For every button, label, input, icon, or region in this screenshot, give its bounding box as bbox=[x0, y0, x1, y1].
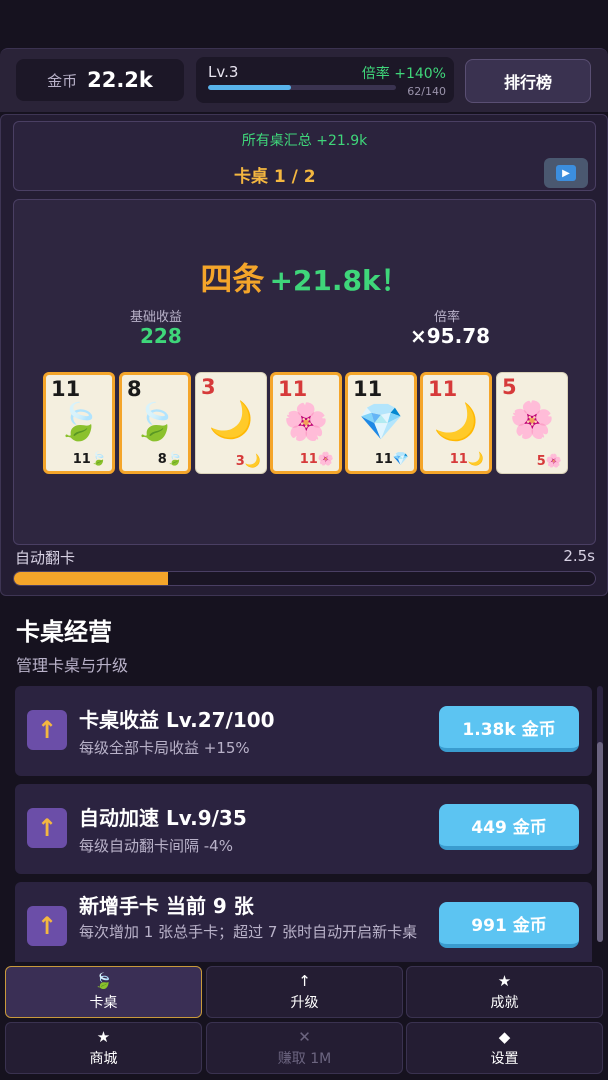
upgrade-list[interactable]: ↑ 卡桌收益 Lv.27/100 每级全部卡局收益 +15% 1.38k 金币 … bbox=[0, 684, 608, 962]
playing-card[interactable]: 11 🍃 11🍃 bbox=[43, 372, 115, 474]
base-income-value: 228 bbox=[140, 324, 182, 348]
leaderboard-button[interactable]: 排行榜 bbox=[465, 59, 591, 103]
play-icon: ▶ bbox=[556, 165, 576, 181]
nav-tab-card-table[interactable]: 🍃 卡桌 bbox=[5, 966, 202, 1018]
level-display: Lv.3 倍率 +140% 62/140 bbox=[196, 57, 454, 103]
bottom-navigation: 🍃 卡桌 ↑ 升级 ★ 成就 ★ 商城 ✕ 赚取 1M ◆ 设置 bbox=[0, 962, 608, 1080]
hand-name: 四条 bbox=[200, 260, 265, 298]
upgrade-description: 每次增加 1 张总手卡；超过 7 张时自动开启新卡桌 bbox=[79, 923, 418, 941]
coin-value: 22.2k bbox=[87, 68, 153, 92]
arrow-up-icon: ↑ bbox=[27, 710, 67, 750]
card-number: 11 bbox=[51, 377, 81, 401]
playing-card[interactable]: 11 💎 11💎 bbox=[345, 372, 417, 474]
leaf-icon: 🍃 bbox=[132, 402, 178, 443]
xp-progress-bar bbox=[208, 85, 396, 90]
upgrade-buy-button[interactable]: 991 金币 bbox=[439, 902, 579, 948]
nav-label: 赚取 1M bbox=[277, 1051, 332, 1067]
nav-label: 设置 bbox=[490, 1051, 519, 1067]
nav-label: 卡桌 bbox=[89, 995, 118, 1011]
section-title: 卡桌经营 bbox=[16, 618, 112, 646]
rate-text: 倍率 +140% bbox=[361, 66, 446, 82]
card-table-panel: 所有桌汇总 +21.9k 卡桌 1 / 2 ▶ 四条 +21.8k！ 基础收益 … bbox=[0, 114, 608, 596]
arrow-up-icon: ↑ bbox=[27, 808, 67, 848]
upgrade-item-auto-speed: ↑ 自动加速 Lv.9/35 每级自动翻卡间隔 -4% 449 金币 bbox=[15, 784, 592, 874]
nav-label: 升级 bbox=[290, 995, 319, 1011]
card-number: 5 bbox=[502, 375, 517, 399]
moon-icon: 🌙 bbox=[433, 402, 479, 443]
nav-tab-earn[interactable]: ✕ 赚取 1M bbox=[206, 1022, 403, 1074]
auto-flip-progress-bar bbox=[13, 571, 596, 586]
card-corner: 3🌙 bbox=[235, 454, 261, 469]
card-corner: 8🍃 bbox=[157, 452, 183, 467]
star-icon: ★ bbox=[96, 1028, 111, 1046]
multiplier-label: 倍率 bbox=[434, 310, 461, 325]
coin-label: 金币 bbox=[47, 71, 78, 90]
upgrade-description: 每级全部卡局收益 +15% bbox=[79, 739, 250, 757]
xp-progress-fill bbox=[208, 85, 292, 90]
card-number: 11 bbox=[278, 377, 308, 401]
upgrade-item-new-hand-card: ↑ 新增手卡 当前 9 张 每次增加 1 张总手卡；超过 7 张时自动开启新卡桌… bbox=[15, 882, 592, 962]
card-corner: 11🌙 bbox=[449, 452, 484, 467]
card-corner: 5🌸 bbox=[536, 454, 562, 469]
card-number: 3 bbox=[201, 375, 216, 399]
playing-card[interactable]: 11 🌙 11🌙 bbox=[420, 372, 492, 474]
blossom-icon: 🌸 bbox=[509, 400, 555, 441]
scrollbar-thumb[interactable] bbox=[597, 742, 603, 942]
leaf-icon: 🍃 bbox=[56, 402, 102, 443]
diamond-icon: ◆ bbox=[498, 1028, 511, 1046]
base-income-label: 基础收益 bbox=[130, 310, 183, 325]
auto-flip-timer: 2.5s bbox=[563, 547, 595, 565]
upgrade-title: 新增手卡 当前 9 张 bbox=[79, 894, 254, 918]
close-icon: ✕ bbox=[298, 1028, 311, 1046]
star-icon: ★ bbox=[497, 972, 512, 990]
playing-card[interactable]: 3 🌙 3🌙 bbox=[195, 372, 267, 474]
playing-card[interactable]: 8 🍃 8🍃 bbox=[119, 372, 191, 474]
nav-tab-achievements[interactable]: ★ 成就 bbox=[406, 966, 603, 1018]
next-table-button[interactable]: ▶ bbox=[544, 158, 588, 188]
upgrade-title: 卡桌收益 Lv.27/100 bbox=[79, 708, 275, 732]
multiplier-value: ×95.78 bbox=[410, 324, 491, 348]
table-summary: 所有桌汇总 +21.9k 卡桌 1 / 2 ▶ bbox=[13, 121, 596, 191]
nav-tab-settings[interactable]: ◆ 设置 bbox=[406, 1022, 603, 1074]
card-number: 8 bbox=[127, 377, 142, 401]
card-corner: 11💎 bbox=[374, 452, 409, 467]
card-number: 11 bbox=[353, 377, 383, 401]
blossom-icon: 🌸 bbox=[283, 402, 329, 443]
leaf-icon: 🍃 bbox=[94, 972, 113, 990]
auto-flip-label: 自动翻卡 bbox=[15, 549, 76, 567]
hand-gain: +21.8k！ bbox=[269, 264, 409, 297]
card-corner: 11🍃 bbox=[72, 452, 107, 467]
card-number: 11 bbox=[428, 377, 458, 401]
auto-flip-progress-fill bbox=[14, 572, 168, 585]
playing-card[interactable]: 11 🌸 11🌸 bbox=[270, 372, 342, 474]
nav-label: 成就 bbox=[490, 995, 519, 1011]
nav-tab-shop[interactable]: ★ 商城 bbox=[5, 1022, 202, 1074]
hand-result: 四条 +21.8k！ bbox=[14, 254, 595, 300]
diamond-icon: 💎 bbox=[358, 402, 404, 443]
upgrade-buy-button[interactable]: 449 金币 bbox=[439, 804, 579, 850]
xp-text: 62/140 bbox=[407, 85, 446, 98]
table-name: 卡桌 1 / 2 bbox=[234, 167, 316, 187]
level-text: Lv.3 bbox=[208, 63, 239, 81]
moon-icon: 🌙 bbox=[208, 400, 254, 441]
top-status-bar: 金币 22.2k Lv.3 倍率 +140% 62/140 排行榜 bbox=[0, 48, 608, 112]
arrow-up-icon: ↑ bbox=[27, 906, 67, 946]
card-corner: 11🌸 bbox=[299, 452, 334, 467]
all-tables-total: 所有桌汇总 +21.9k bbox=[241, 133, 368, 149]
upgrade-buy-button[interactable]: 1.38k 金币 bbox=[439, 706, 579, 752]
nav-label: 商城 bbox=[89, 1051, 118, 1067]
arrow-up-icon: ↑ bbox=[298, 972, 311, 990]
nav-tab-upgrade[interactable]: ↑ 升级 bbox=[206, 966, 403, 1018]
card-board: 四条 +21.8k！ 基础收益 228 倍率 ×95.78 11 🍃 11🍃 8… bbox=[13, 199, 596, 545]
playing-card[interactable]: 5 🌸 5🌸 bbox=[496, 372, 568, 474]
upgrade-scrollbar[interactable] bbox=[597, 686, 603, 942]
coin-display: 金币 22.2k bbox=[16, 59, 184, 101]
upgrade-description: 每级自动翻卡间隔 -4% bbox=[79, 837, 233, 855]
upgrade-item-table-income: ↑ 卡桌收益 Lv.27/100 每级全部卡局收益 +15% 1.38k 金币 bbox=[15, 686, 592, 776]
section-subtitle: 管理卡桌与升级 bbox=[16, 656, 129, 675]
upgrade-title: 自动加速 Lv.9/35 bbox=[79, 806, 247, 830]
